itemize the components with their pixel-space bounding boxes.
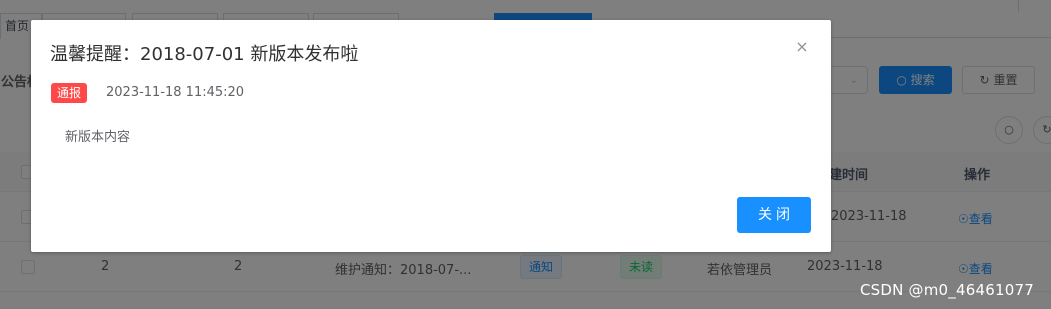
close-icon[interactable]: × — [793, 38, 811, 56]
dialog-content: 新版本内容 — [65, 130, 131, 145]
close-button[interactable]: 关闭 — [737, 197, 811, 233]
notice-type-badge: 通报 — [51, 83, 88, 103]
dialog-title: 温馨提醒：2018-07-01 新版本发布啦 — [50, 44, 359, 65]
notice-dialog: 温馨提醒：2018-07-01 新版本发布啦 × 通报 2023-11-18 1… — [31, 20, 831, 252]
watermark: CSDN @m0_46461077 — [860, 281, 1034, 299]
publish-time: 2023-11-18 11:45:20 — [106, 85, 245, 100]
